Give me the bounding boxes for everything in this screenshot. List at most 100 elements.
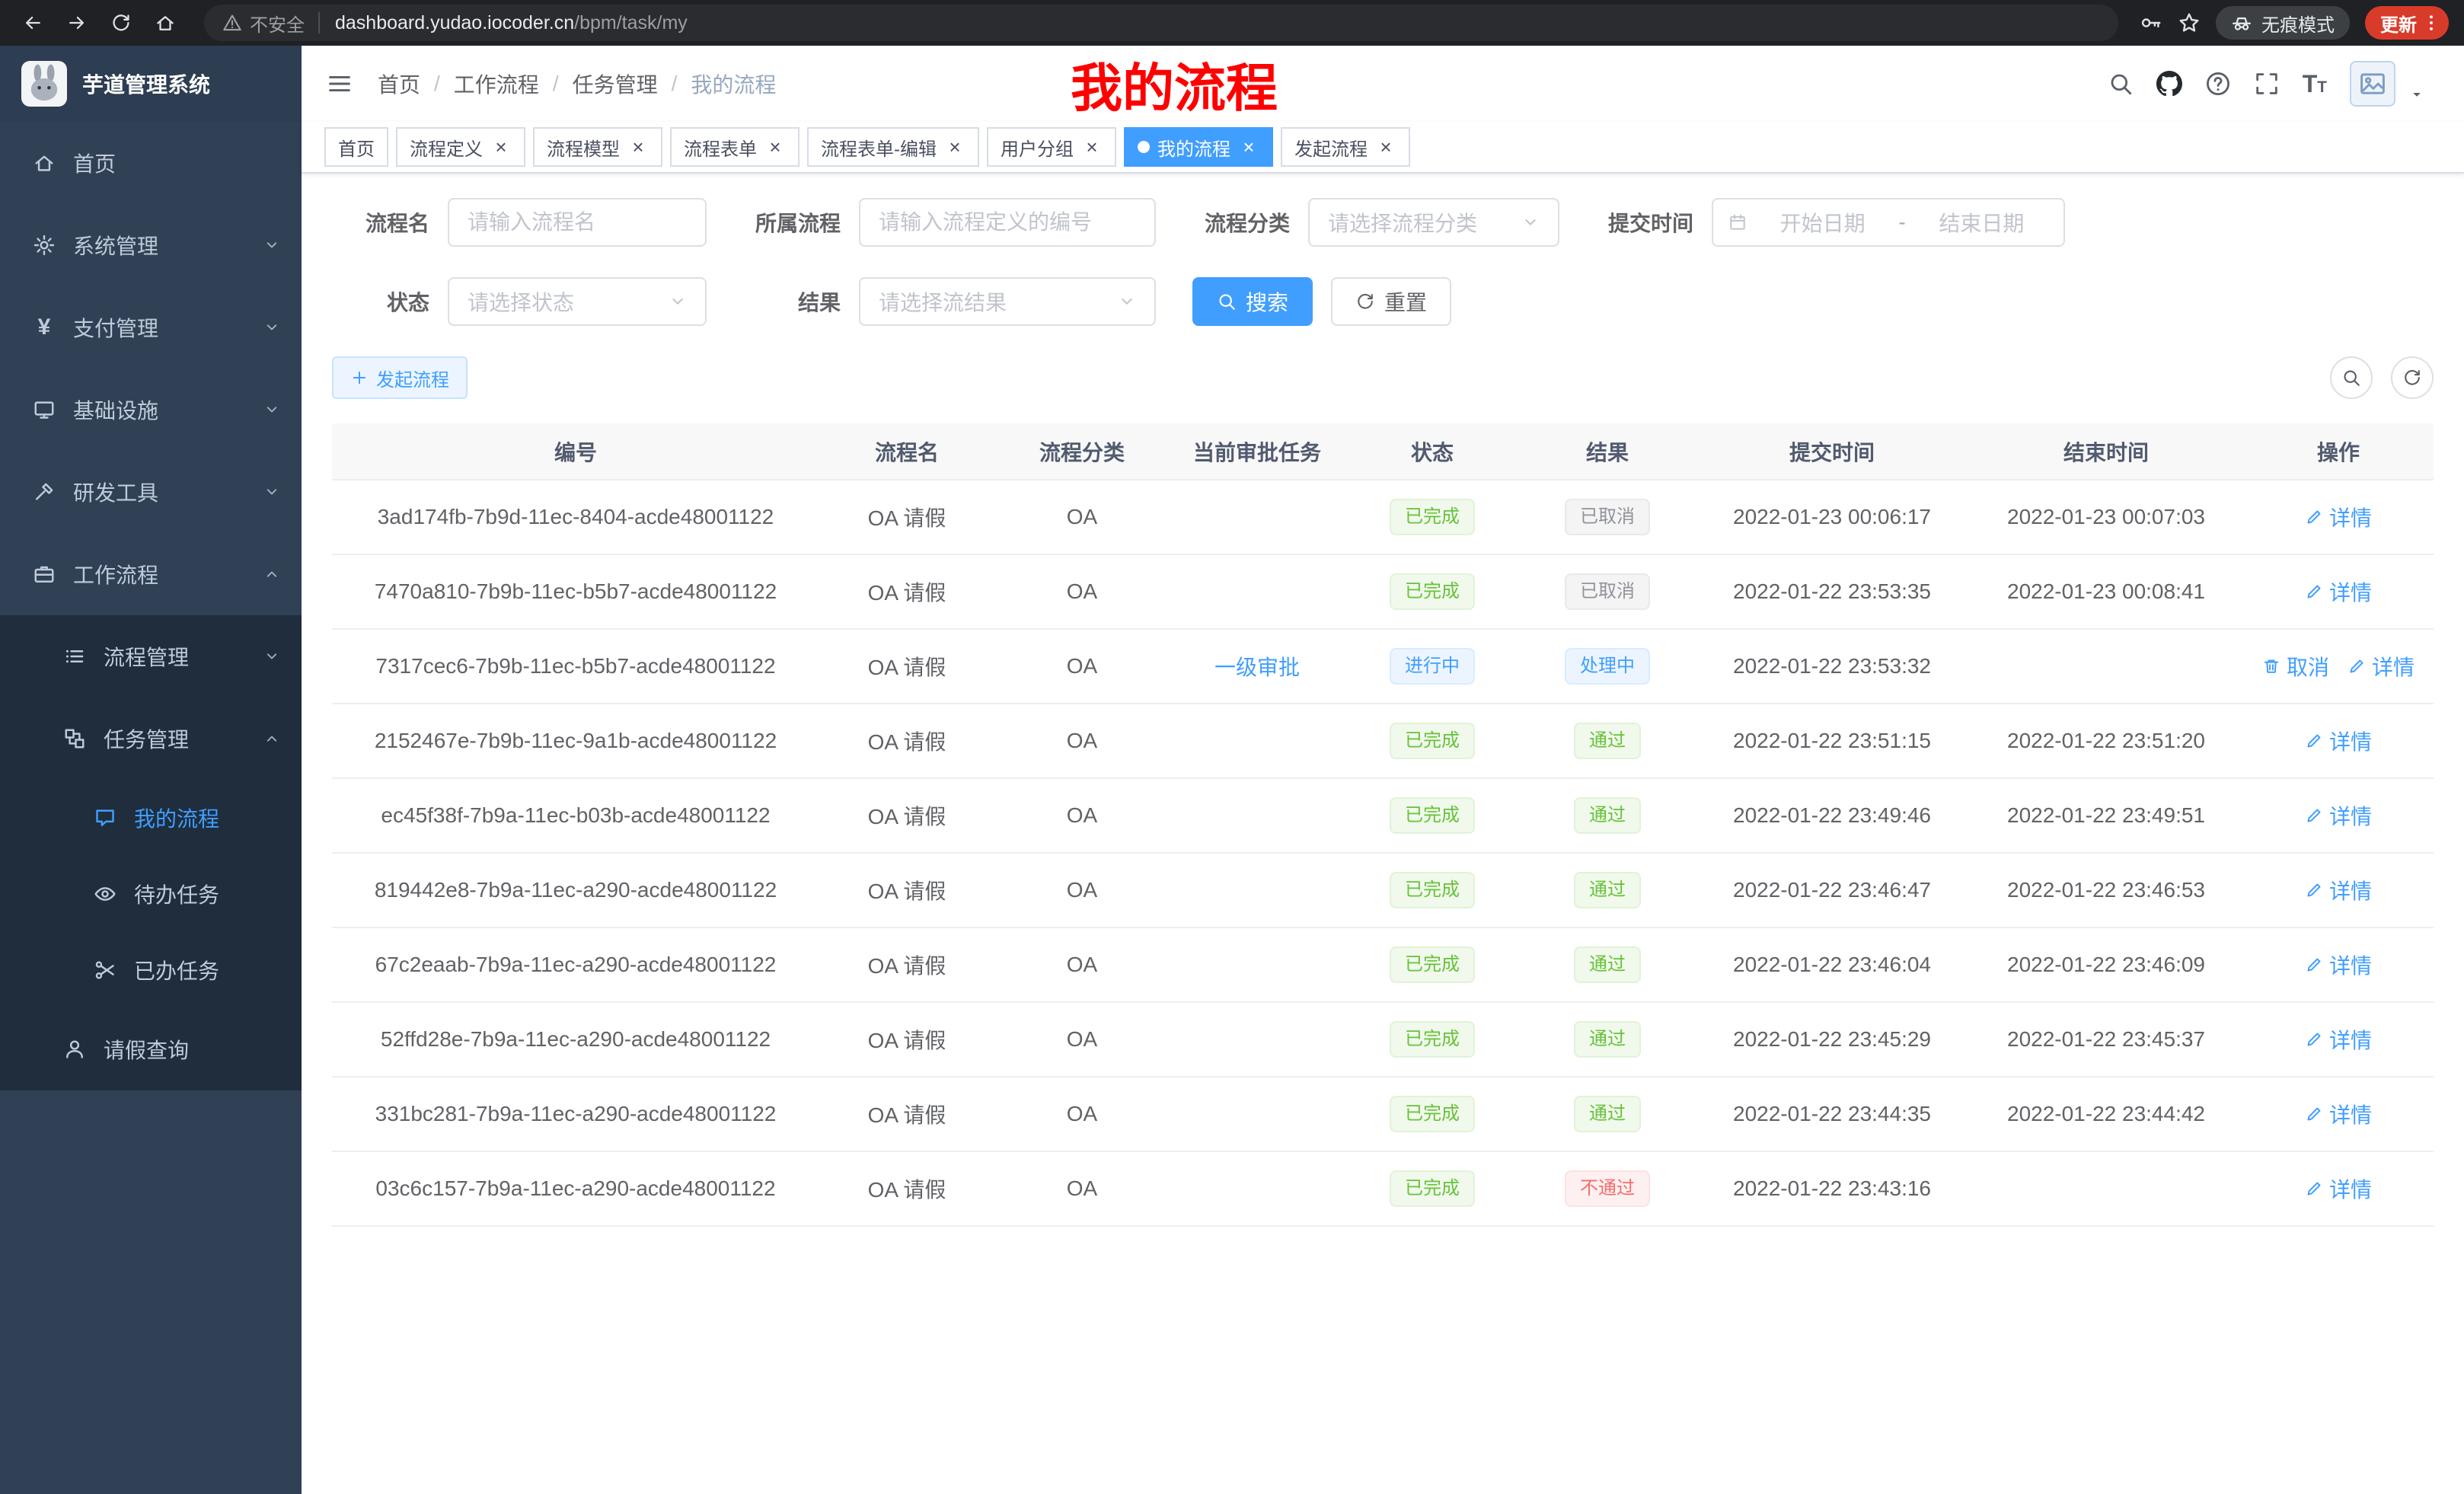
- breadcrumb-workflow[interactable]: 工作流程: [454, 69, 539, 99]
- detail-link[interactable]: 详情: [2305, 502, 2372, 532]
- font-size-icon[interactable]: TT: [2303, 72, 2327, 96]
- close-icon[interactable]: ×: [490, 136, 512, 158]
- close-icon[interactable]: ×: [627, 136, 649, 158]
- update-button[interactable]: 更新: [2365, 6, 2449, 40]
- detail-link[interactable]: 详情: [2305, 1099, 2372, 1129]
- sidebar-item-my-process[interactable]: 我的流程: [0, 780, 302, 856]
- refresh-table-button[interactable]: [2391, 356, 2434, 399]
- search-button[interactable]: 搜索: [1192, 277, 1313, 326]
- edit-icon: [2305, 508, 2323, 526]
- detail-link[interactable]: 详情: [2305, 950, 2372, 980]
- result-select[interactable]: 请选择流结果: [859, 277, 1156, 326]
- result-tag: 已取消: [1565, 573, 1650, 610]
- cell-end-time: [1969, 1151, 2243, 1226]
- home-icon[interactable]: [148, 5, 183, 40]
- sidebar-item-system[interactable]: 系统管理: [0, 204, 302, 286]
- cell-submit-time: 2022-01-22 23:43:16: [1695, 1151, 1969, 1226]
- reset-button[interactable]: 重置: [1331, 277, 1451, 326]
- filter-submit-time: 提交时间 开始日期 - 结束日期: [1596, 198, 2065, 247]
- sidebar-item-label: 支付管理: [73, 312, 158, 343]
- key-icon[interactable]: [2140, 11, 2162, 34]
- sidebar-item-home[interactable]: 首页: [0, 122, 302, 204]
- avatar[interactable]: [2350, 61, 2395, 107]
- tab-start-process[interactable]: 发起流程×: [1281, 127, 1410, 167]
- process-name-input[interactable]: [448, 198, 707, 247]
- cell-result: 通过: [1520, 778, 1695, 853]
- chevron-down-icon: [669, 292, 687, 311]
- tab-process-model[interactable]: 流程模型×: [533, 127, 662, 167]
- sidebar-item-process-mgmt[interactable]: 流程管理: [0, 615, 302, 698]
- close-icon[interactable]: ×: [764, 136, 786, 158]
- category-select[interactable]: 请选择流程分类: [1308, 198, 1559, 247]
- close-icon[interactable]: ×: [1238, 136, 1259, 158]
- search-icon[interactable]: [2108, 71, 2134, 97]
- sidebar-item-task-mgmt[interactable]: 任务管理: [0, 698, 302, 780]
- toggle-search-button[interactable]: [2330, 356, 2373, 399]
- date-end-placeholder[interactable]: 结束日期: [1915, 207, 2048, 238]
- tab-label: 我的流程: [1157, 134, 1230, 161]
- hamburger-icon[interactable]: [302, 46, 378, 122]
- forward-icon[interactable]: [59, 5, 94, 40]
- sidebar-item-label: 任务管理: [104, 723, 189, 754]
- submit-time-range[interactable]: 开始日期 - 结束日期: [1712, 198, 2065, 247]
- current-task-link[interactable]: 一级审批: [1214, 651, 1300, 682]
- close-icon[interactable]: ×: [1081, 136, 1103, 158]
- tab-home[interactable]: 首页: [324, 127, 388, 167]
- star-icon[interactable]: [2178, 11, 2201, 34]
- date-start-placeholder[interactable]: 开始日期: [1756, 207, 1889, 238]
- sidebar-item-label: 我的流程: [134, 803, 219, 833]
- tab-process-definition[interactable]: 流程定义×: [396, 127, 525, 167]
- cell-end-time: 2022-01-22 23:49:51: [1969, 778, 2243, 853]
- dots-menu-icon[interactable]: [2421, 13, 2441, 33]
- detail-link[interactable]: 详情: [2305, 1024, 2372, 1055]
- detail-link[interactable]: 详情: [2305, 726, 2372, 756]
- address-bar[interactable]: 不安全 dashboard.yudao.iocoder.cn/bpm/task/…: [204, 5, 2118, 41]
- page-content: 流程名 所属流程 流程分类 请选择流程分类 提交时间: [302, 174, 2464, 1494]
- status-select[interactable]: 请选择状态: [448, 277, 707, 326]
- security-chip[interactable]: 不安全: [222, 10, 305, 37]
- parent-process-input[interactable]: [859, 198, 1156, 247]
- column-header: 提交时间: [1695, 423, 1969, 480]
- back-icon[interactable]: [15, 5, 50, 40]
- omnibox-divider: [318, 12, 320, 34]
- table-row: 52ffd28e-7b9a-11ec-a290-acde48001122OA 请…: [332, 1002, 2434, 1077]
- chevron-down-icon: [1521, 213, 1540, 231]
- sidebar-item-todo-task[interactable]: 待办任务: [0, 856, 302, 932]
- breadcrumb-home[interactable]: 首页: [378, 69, 420, 99]
- status-tag: 已完成: [1390, 1170, 1475, 1207]
- cell-category: OA: [994, 554, 1170, 629]
- close-icon[interactable]: ×: [944, 136, 965, 158]
- cell-id: 819442e8-7b9a-11ec-a290-acde48001122: [332, 853, 819, 927]
- sidebar-item-done-task[interactable]: 已办任务: [0, 932, 302, 1008]
- sidebar-item-label: 已办任务: [134, 955, 219, 985]
- detail-link[interactable]: 详情: [2305, 576, 2372, 607]
- cancel-link[interactable]: 取消: [2262, 651, 2329, 682]
- sidebar-item-leave-query[interactable]: 请假查询: [0, 1008, 302, 1090]
- question-icon[interactable]: [2205, 71, 2231, 97]
- detail-link[interactable]: 详情: [2305, 800, 2372, 831]
- tab-user-group[interactable]: 用户分组×: [987, 127, 1116, 167]
- tab-process-form[interactable]: 流程表单×: [670, 127, 800, 167]
- github-icon[interactable]: [2156, 71, 2182, 97]
- cell-category: OA: [994, 778, 1170, 853]
- breadcrumb-task-mgmt[interactable]: 任务管理: [573, 69, 658, 99]
- create-process-button[interactable]: 发起流程: [332, 356, 468, 399]
- tab-my-process[interactable]: 我的流程 ×: [1124, 127, 1273, 167]
- sidebar-item-payment[interactable]: ¥支付管理: [0, 286, 302, 369]
- sidebar-item-infrastructure[interactable]: 基础设施: [0, 369, 302, 451]
- edit-icon: [2305, 1180, 2323, 1198]
- close-icon[interactable]: ×: [1375, 136, 1396, 158]
- cell-submit-time: 2022-01-22 23:45:29: [1695, 1002, 1969, 1077]
- sidebar-item-workflow[interactable]: 工作流程: [0, 533, 302, 615]
- detail-link[interactable]: 详情: [2305, 1173, 2372, 1204]
- result-tag: 通过: [1574, 947, 1641, 983]
- sidebar-item-devtools[interactable]: 研发工具: [0, 451, 302, 533]
- detail-link[interactable]: 详情: [2305, 875, 2372, 905]
- caret-down-icon[interactable]: [2409, 87, 2424, 102]
- breadcrumb-current: 我的流程: [691, 69, 776, 99]
- fullscreen-icon[interactable]: [2254, 71, 2280, 97]
- result-tag: 通过: [1574, 723, 1641, 759]
- tab-process-form-edit[interactable]: 流程表单-编辑×: [807, 127, 979, 167]
- detail-link[interactable]: 详情: [2348, 651, 2415, 682]
- reload-icon[interactable]: [104, 5, 139, 40]
